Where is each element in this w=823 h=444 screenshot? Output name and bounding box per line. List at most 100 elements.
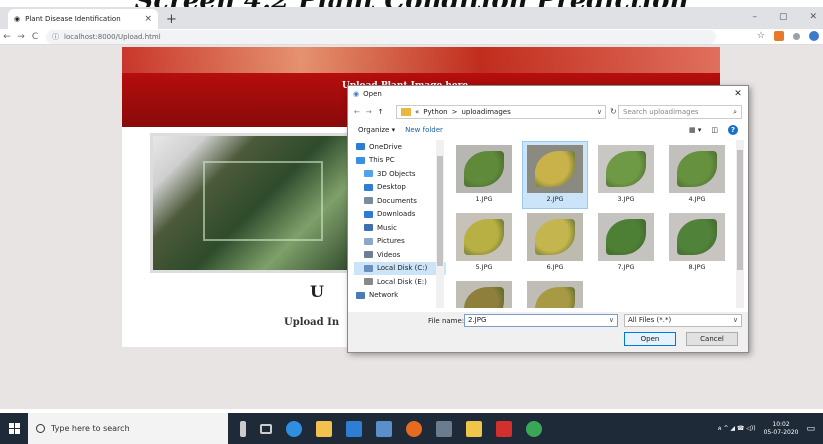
file-item[interactable]: 8.JPG (665, 210, 729, 276)
mic-icon[interactable] (240, 420, 246, 437)
path-python[interactable]: Python (423, 108, 447, 116)
nav-item[interactable]: Videos (354, 248, 446, 262)
chevron-down-icon[interactable]: ∨ (733, 315, 738, 326)
file-item[interactable]: 4.JPG (665, 142, 729, 208)
nav-item[interactable]: This PC (354, 154, 446, 168)
refresh-icon[interactable]: ↻ (610, 107, 617, 116)
taskbar-apps (240, 420, 542, 437)
file-explorer-icon[interactable] (466, 420, 482, 437)
new-folder-button[interactable]: New folder (405, 126, 443, 134)
extension-icon[interactable] (793, 32, 800, 40)
folder-icon (364, 251, 373, 259)
edge-icon[interactable] (286, 420, 302, 437)
nav-item[interactable]: Documents (354, 194, 446, 208)
extension-icon[interactable] (809, 31, 819, 41)
dialog-footer: File name: 2.JPG ∨ All Files (*.*) ∨ Ope… (348, 312, 748, 352)
nav-item[interactable]: 3D Objects (354, 167, 446, 181)
acrobat-icon[interactable] (496, 420, 512, 437)
search-input[interactable]: Search uploadimages ⌕ (618, 105, 742, 119)
mail-icon[interactable] (346, 420, 362, 437)
dialog-close-button[interactable]: ✕ (728, 89, 748, 99)
start-button[interactable] (0, 413, 28, 444)
taskbar: Type here to search ጰ ^ ◢ ☎ ◁)) 10:02 05… (0, 413, 823, 444)
file-name: 4.JPG (688, 195, 706, 203)
file-thumbnail (669, 213, 725, 261)
help-icon[interactable]: ? (728, 125, 738, 135)
nav-item[interactable]: Desktop (354, 181, 446, 195)
nav-item[interactable]: Network (354, 289, 446, 303)
file-item[interactable] (452, 278, 516, 308)
scroll-thumb[interactable] (437, 156, 443, 266)
nav-item[interactable]: Local Disk (C:) (354, 261, 446, 275)
cortana-icon (36, 424, 45, 433)
organize-button[interactable]: Organize ▾ (358, 126, 395, 134)
forward-arrow-icon[interactable]: → (366, 108, 372, 116)
up-arrow-icon[interactable]: ↑ (378, 108, 384, 116)
extension-icon[interactable] (774, 31, 784, 41)
file-thumbnail (456, 281, 512, 308)
nav-item[interactable]: Downloads (354, 208, 446, 222)
window-close-button[interactable]: ✕ (809, 12, 817, 22)
firefox-icon[interactable] (406, 420, 422, 437)
file-item[interactable]: 6.JPG (523, 210, 587, 276)
back-button[interactable]: ← (0, 32, 14, 42)
nav-scrollbar[interactable] (436, 140, 444, 308)
cancel-button[interactable]: Cancel (686, 332, 738, 346)
path-overflow[interactable]: « (415, 108, 419, 116)
file-type-select[interactable]: All Files (*.*) ∨ (624, 314, 742, 327)
browser-tab[interactable]: ◉ Plant Disease Identification × (8, 9, 158, 29)
taskbar-search-placeholder: Type here to search (51, 424, 130, 433)
file-thumbnail (527, 145, 583, 193)
nav-item-label: Local Disk (C:) (377, 264, 428, 273)
dialog-toolbar: Organize ▾ New folder ▦ ▾ ◫ ? (348, 123, 748, 137)
forward-button[interactable]: → (14, 32, 28, 42)
nav-item[interactable]: Pictures (354, 235, 446, 249)
pinned-app-icon[interactable] (376, 420, 392, 437)
back-arrow-icon[interactable]: ← (354, 108, 360, 116)
file-item[interactable]: 5.JPG (452, 210, 516, 276)
path-bar[interactable]: « Python > uploadimages ∨ (396, 105, 606, 119)
file-item[interactable]: 2.JPG (522, 141, 588, 209)
url-bar[interactable]: ⓘ localhost:8000/Upload.html (46, 30, 716, 44)
file-item[interactable]: 3.JPG (594, 142, 658, 208)
nav-item-label: Documents (377, 196, 417, 205)
store-icon[interactable] (316, 420, 332, 437)
system-tray: ጰ ^ ◢ ☎ ◁)) 10:02 05-07-2020 ▭ (718, 413, 815, 444)
star-icon[interactable]: ☆ (757, 31, 765, 41)
windows-icon (8, 423, 20, 434)
folder-icon (364, 264, 373, 272)
file-item[interactable]: 1.JPG (452, 142, 516, 208)
minimize-button[interactable]: – (752, 12, 757, 22)
nav-item[interactable]: OneDrive (354, 140, 446, 154)
file-item[interactable]: 7.JPG (594, 210, 658, 276)
nav-item[interactable]: Local Disk (E:) (354, 275, 446, 289)
pinned-app-icon[interactable] (436, 420, 452, 437)
maximize-button[interactable]: ▢ (779, 12, 788, 22)
chevron-down-icon[interactable]: ∨ (597, 108, 602, 116)
folder-icon (364, 210, 373, 218)
leaf-image (464, 219, 504, 255)
info-icon[interactable]: ⓘ (52, 32, 59, 42)
task-view-icon[interactable] (260, 423, 272, 434)
notification-icon[interactable]: ▭ (806, 424, 815, 434)
files-scrollbar[interactable] (736, 140, 744, 308)
clock-time: 10:02 (772, 420, 790, 428)
path-uploadimages[interactable]: uploadimages (461, 108, 510, 116)
plant-photo (150, 133, 370, 273)
tab-close-icon[interactable]: × (144, 14, 152, 24)
leaf-image (606, 151, 646, 187)
reload-button[interactable]: C (28, 32, 42, 42)
file-name-input[interactable]: 2.JPG ∨ (464, 314, 618, 327)
file-item[interactable] (523, 278, 587, 308)
tray-icons[interactable]: ጰ ^ ◢ ☎ ◁)) (718, 425, 756, 433)
open-button[interactable]: Open (624, 332, 676, 346)
taskbar-search-input[interactable]: Type here to search (28, 413, 228, 444)
view-options-icon[interactable]: ▦ ▾ (689, 126, 701, 134)
chrome-taskbar-icon[interactable] (526, 420, 542, 437)
nav-item[interactable]: Music (354, 221, 446, 235)
new-tab-button[interactable]: + (166, 12, 177, 27)
scroll-thumb[interactable] (737, 150, 743, 270)
clock[interactable]: 10:02 05-07-2020 (764, 421, 799, 437)
preview-pane-icon[interactable]: ◫ (711, 126, 718, 134)
chevron-down-icon[interactable]: ∨ (609, 315, 614, 326)
